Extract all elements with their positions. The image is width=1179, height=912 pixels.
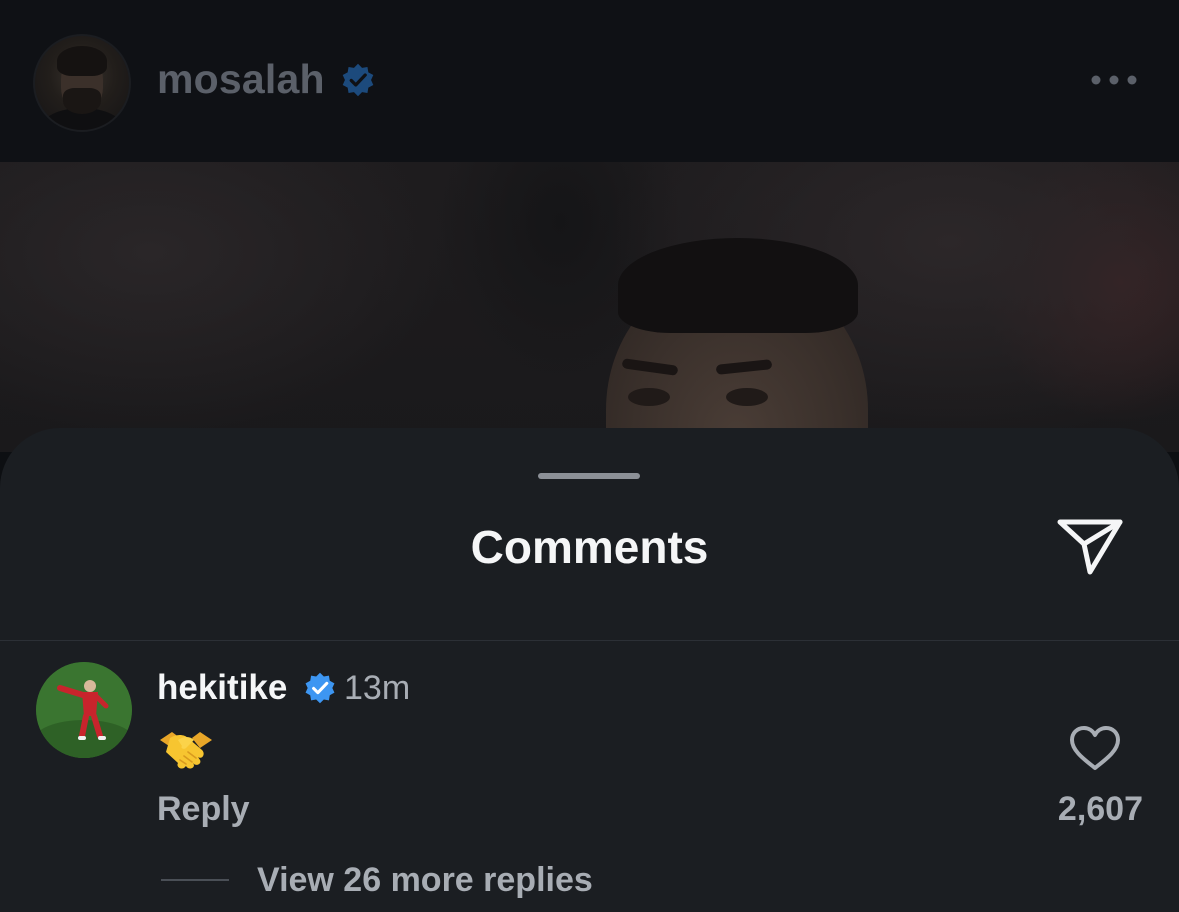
verified-badge-icon xyxy=(305,672,335,704)
comments-sheet: Comments hekitike 13m Reply 2,607 View 2… xyxy=(0,428,1179,912)
post-author-username[interactable]: mosalah xyxy=(157,56,325,103)
like-count: 2,607 xyxy=(1057,790,1143,828)
post-author-avatar[interactable] xyxy=(33,34,131,132)
sheet-grabber-handle[interactable] xyxy=(538,473,640,479)
handshake-emoji-icon xyxy=(160,732,212,769)
replies-divider-line xyxy=(161,879,229,881)
view-more-replies-button[interactable]: View 26 more replies xyxy=(257,861,593,900)
comment-timestamp: 13m xyxy=(344,669,411,707)
comments-title: Comments xyxy=(470,521,709,573)
commenter-username[interactable]: hekitike xyxy=(157,668,287,708)
heart-outline-icon[interactable] xyxy=(1068,724,1122,772)
sheet-divider xyxy=(0,640,1179,641)
reply-button[interactable]: Reply xyxy=(157,790,250,829)
post-header: mosalah xyxy=(0,0,1179,163)
verified-badge-icon xyxy=(342,63,374,97)
post-photo xyxy=(0,162,1179,452)
send-icon[interactable] xyxy=(1054,514,1126,578)
more-horizontal-icon[interactable] xyxy=(1086,70,1142,90)
commenter-avatar[interactable] xyxy=(36,662,132,758)
